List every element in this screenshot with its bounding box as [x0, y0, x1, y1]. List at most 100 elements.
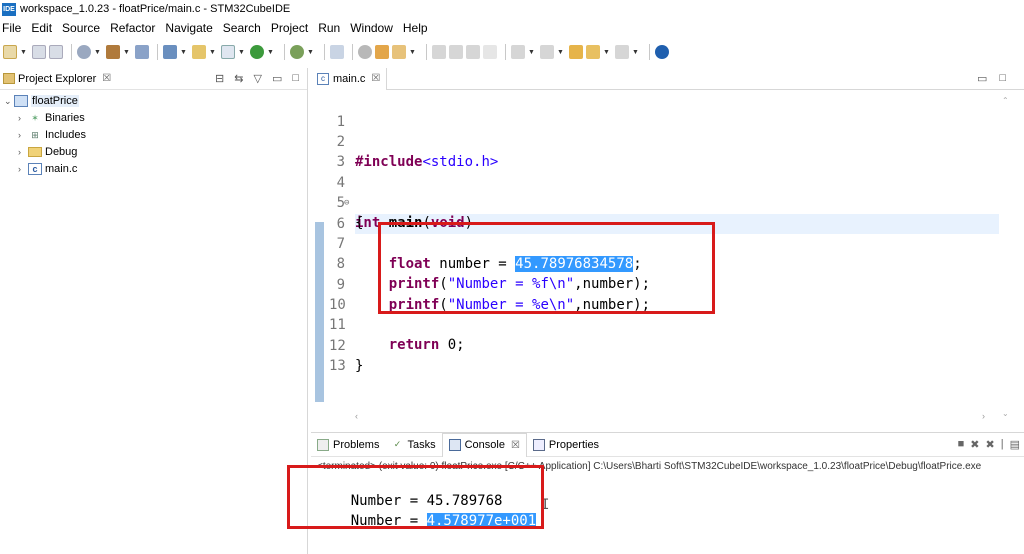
- editor-horizontal-scrollbar[interactable]: ‹ ›: [355, 410, 985, 422]
- tab-tasks[interactable]: ✓ Tasks: [385, 433, 441, 457]
- code-area[interactable]: 1 2 #include<stdio.h> 3 4 ⊖ int main(voi…: [311, 92, 1001, 418]
- chevron-down-icon[interactable]: ▼: [20, 49, 27, 56]
- tree-item-label: floatPrice: [31, 95, 79, 107]
- chevron-down-icon[interactable]: ▼: [209, 49, 216, 56]
- next-annotation-icon[interactable]: [511, 45, 525, 59]
- block-select-icon[interactable]: [466, 45, 480, 59]
- chevron-down-icon[interactable]: ▼: [528, 49, 535, 56]
- close-icon[interactable]: ☒: [371, 73, 380, 84]
- menu-project[interactable]: Project: [271, 21, 308, 35]
- save-all-icon[interactable]: [49, 45, 63, 59]
- menu-run[interactable]: Run: [318, 21, 340, 35]
- search-icon[interactable]: [392, 45, 406, 59]
- tree-item-includes[interactable]: › ⊞ Includes: [18, 127, 86, 143]
- chevron-down-icon[interactable]: ▼: [180, 49, 187, 56]
- menu-help[interactable]: Help: [403, 21, 428, 35]
- chevron-down-icon[interactable]: ⌄: [4, 96, 14, 107]
- collapse-all-icon[interactable]: ⊟: [215, 72, 224, 85]
- console-icon: [448, 439, 461, 451]
- open-type-icon[interactable]: [375, 45, 389, 59]
- tab-properties[interactable]: Properties: [527, 433, 605, 457]
- editor-vertical-scrollbar[interactable]: ⌃ ⌄: [1002, 92, 1012, 418]
- target-icon[interactable]: [358, 45, 372, 59]
- menu-search[interactable]: Search: [223, 21, 261, 35]
- code-annotation-box: [378, 222, 715, 314]
- new-folder-icon[interactable]: [192, 45, 206, 59]
- close-icon[interactable]: ☒: [511, 440, 520, 451]
- title-bar: IDE workspace_1.0.23 - floatPrice/main.c…: [0, 0, 1024, 18]
- code-line: 1: [311, 92, 991, 130]
- tree-item-binaries[interactable]: › ✶ Binaries: [18, 110, 85, 126]
- menu-source[interactable]: Source: [62, 21, 100, 35]
- chevron-right-icon[interactable]: ›: [18, 113, 28, 123]
- link-editor-icon[interactable]: ⇆: [234, 72, 243, 85]
- menu-window[interactable]: Window: [350, 21, 393, 35]
- pen-icon[interactable]: [432, 45, 446, 59]
- whitespace-icon[interactable]: [483, 45, 497, 59]
- close-icon[interactable]: ☒: [102, 73, 111, 84]
- forward-arrow-icon[interactable]: [615, 45, 629, 59]
- stm32-ide-logo: IDE: [2, 2, 16, 16]
- menu-refactor[interactable]: Refactor: [110, 21, 155, 35]
- debug-bug-icon[interactable]: [290, 45, 304, 59]
- scroll-down-icon[interactable]: ⌄: [1002, 409, 1009, 418]
- toggle-mark-icon[interactable]: [449, 45, 463, 59]
- project-explorer-panel: Project Explorer ☒ ⊟ ⇆ ▽ ▭ □ ⌄ floatPric…: [0, 68, 308, 554]
- maximize-icon[interactable]: □: [292, 72, 299, 85]
- tab-console[interactable]: Console ☒: [441, 432, 527, 457]
- chevron-right-icon[interactable]: ›: [18, 164, 28, 174]
- last-edit-icon[interactable]: [569, 45, 583, 59]
- minimize-icon[interactable]: ▭: [977, 72, 987, 85]
- maximize-icon[interactable]: □: [999, 72, 1006, 85]
- new-project-icon[interactable]: [163, 45, 177, 59]
- skip-breakpoints-icon[interactable]: [330, 45, 344, 59]
- console-annotation-box: [287, 465, 544, 529]
- chevron-right-icon[interactable]: ›: [18, 130, 28, 140]
- code-line: 6: [311, 194, 991, 232]
- chevron-down-icon[interactable]: ▼: [267, 49, 274, 56]
- terminate-icon[interactable]: ■: [958, 438, 965, 451]
- tab-label: Console: [464, 439, 505, 451]
- scroll-left-icon[interactable]: ‹: [355, 411, 358, 421]
- new-icon[interactable]: [3, 45, 17, 59]
- remove-launch-icon[interactable]: ✖: [970, 438, 979, 451]
- info-icon[interactable]: [655, 45, 669, 59]
- minimize-icon[interactable]: ▭: [272, 72, 282, 85]
- view-menu-icon[interactable]: ▽: [253, 72, 261, 85]
- tab-problems[interactable]: Problems: [311, 433, 385, 457]
- project-explorer-header: Project Explorer ☒ ⊟ ⇆ ▽ ▭ □: [0, 68, 307, 90]
- toolbar-separator: [284, 44, 285, 60]
- scroll-right-icon[interactable]: ›: [982, 411, 985, 421]
- scroll-up-icon[interactable]: ⌃: [1002, 96, 1009, 105]
- menu-edit[interactable]: Edit: [31, 21, 52, 35]
- tree-item-main-c[interactable]: › c main.c: [18, 161, 77, 177]
- toolbar-separator: [157, 44, 158, 60]
- chevron-down-icon[interactable]: ▼: [123, 49, 130, 56]
- menu-navigate[interactable]: Navigate: [165, 21, 212, 35]
- toolbar-separator: [505, 44, 506, 60]
- device-config-icon[interactable]: [135, 45, 149, 59]
- chevron-down-icon[interactable]: ▼: [632, 49, 639, 56]
- tab-main-c[interactable]: c main.c ☒: [311, 67, 388, 90]
- tree-item-debug[interactable]: › Debug: [18, 144, 77, 160]
- chevron-down-icon[interactable]: ▼: [409, 49, 416, 56]
- chevron-down-icon[interactable]: ▼: [238, 49, 245, 56]
- menu-file[interactable]: File: [2, 21, 21, 35]
- remove-all-icon[interactable]: ✖: [986, 438, 995, 451]
- prev-annotation-icon[interactable]: [540, 45, 554, 59]
- tree-item-floatprice[interactable]: ⌄ floatPrice: [4, 93, 79, 109]
- clear-console-icon[interactable]: ▤: [1010, 438, 1020, 451]
- toolbar-separator: [71, 44, 72, 60]
- chevron-down-icon[interactable]: ▼: [307, 49, 314, 56]
- project-explorer-title[interactable]: Project Explorer: [18, 73, 96, 85]
- chevron-right-icon[interactable]: ›: [18, 147, 28, 157]
- new-c-file-icon[interactable]: [221, 45, 235, 59]
- build-hammer-icon[interactable]: [106, 45, 120, 59]
- chevron-down-icon[interactable]: ▼: [557, 49, 564, 56]
- chevron-down-icon[interactable]: ▼: [603, 49, 610, 56]
- settings-icon[interactable]: [77, 45, 91, 59]
- run-config-icon[interactable]: [250, 45, 264, 59]
- chevron-down-icon[interactable]: ▼: [94, 49, 101, 56]
- save-icon[interactable]: [32, 45, 46, 59]
- back-arrow-icon[interactable]: [586, 45, 600, 59]
